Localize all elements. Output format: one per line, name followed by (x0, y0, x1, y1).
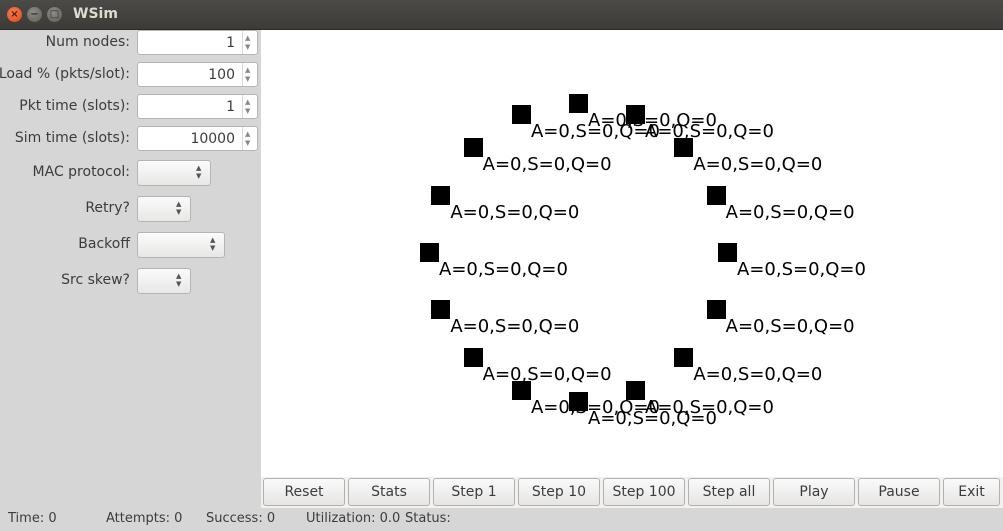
node-square (706, 185, 726, 205)
backoff-combo[interactable]: ▲ ▼ (137, 232, 225, 258)
node-label: A=0,S=0,Q=0 (530, 396, 660, 418)
node-label: A=0,S=0,Q=0 (482, 364, 612, 386)
simulation-canvas: A=0,S=0,Q=0 A=0,S=0,Q=0 A=0,S=0,Q=0 A=0,S=0… (261, 30, 1003, 477)
step-1-button[interactable]: Step 1 (433, 478, 515, 506)
node-label: A=0,S=0,Q=0 (725, 201, 855, 223)
node-label: A=0,S=0,Q=0 (439, 259, 568, 280)
spin-arrows[interactable]: ▲ ▼ (242, 31, 257, 54)
backoff-label: Backoff (78, 236, 130, 252)
status-text: Status: (405, 511, 451, 526)
retry-row: Retry? ▲ ▼ (0, 196, 261, 222)
sim-time-value: 10000 (190, 131, 235, 147)
src-skew-combo[interactable]: ▲ ▼ (137, 268, 191, 294)
retry-label: Retry? (85, 200, 130, 216)
success-status: Success: 0 (206, 511, 276, 526)
load-value: 100 (208, 67, 235, 83)
num-nodes-spinbox[interactable]: 1 ▲ ▼ (137, 30, 258, 55)
node-label: A=0,S=0,Q=0 (482, 153, 612, 175)
app-window: × − □ WSim Num nodes: 1 ▲ ▼ Load % (pkts/… (0, 0, 1003, 531)
node-label: A=0,S=0,Q=0 (530, 121, 660, 143)
play-button[interactable]: Play (773, 478, 855, 506)
load-row: Load % (pkts/slot): 100 ▲ ▼ (0, 62, 261, 88)
load-label: Load % (pkts/slot): (0, 66, 130, 82)
pause-button[interactable]: Pause (858, 478, 940, 506)
num-nodes-label: Num nodes: (45, 34, 130, 50)
num-nodes-row: Num nodes: 1 ▲ ▼ (0, 30, 261, 56)
node-square (718, 243, 737, 262)
settings-panel: Num nodes: 1 ▲ ▼ Load % (pkts/slot): 100 … (0, 30, 261, 508)
spin-arrows[interactable]: ▲ ▼ (242, 95, 257, 118)
combo-arrows-icon: ▲ ▼ (176, 272, 182, 288)
node-square (431, 300, 451, 320)
pkt-time-row: Pkt time (slots): 1 ▲ ▼ (0, 94, 261, 120)
node-label: A=0,S=0,Q=0 (450, 201, 580, 223)
node-square (674, 137, 694, 157)
maximize-icon[interactable]: □ (47, 7, 62, 22)
src-skew-row: Src skew? ▲ ▼ (0, 268, 261, 294)
reset-button[interactable]: Reset (263, 478, 345, 506)
pkt-time-label: Pkt time (slots): (19, 98, 130, 114)
mac-protocol-label: MAC protocol: (32, 164, 130, 180)
load-spinbox[interactable]: 100 ▲ ▼ (137, 62, 258, 87)
num-nodes-value: 1 (226, 35, 235, 51)
sim-time-spinbox[interactable]: 10000 ▲ ▼ (137, 126, 258, 151)
step-all-button[interactable]: Step all (688, 478, 770, 506)
node-square (420, 243, 439, 262)
step-10-button[interactable]: Step 10 (518, 478, 600, 506)
combo-arrows-icon: ▲ ▼ (176, 200, 182, 216)
combo-arrows-icon: ▲ ▼ (196, 164, 202, 180)
window-title: WSim (73, 6, 118, 22)
node-label: A=0,S=0,Q=0 (725, 316, 855, 338)
arrow-down-icon[interactable]: ▼ (245, 75, 250, 83)
step-100-button[interactable]: Step 100 (603, 478, 685, 506)
utilization-status: Utilization: 0.0 (306, 511, 401, 526)
node-square (431, 185, 451, 205)
title-bar: × − □ WSim (0, 0, 1003, 30)
attempts-status: Attempts: 0 (106, 511, 183, 526)
minimize-icon[interactable]: − (27, 7, 42, 22)
control-button-bar: Reset Stats Step 1 Step 10 Step 100 Step… (261, 478, 1003, 508)
pkt-time-value: 1 (226, 99, 235, 115)
combo-arrows-icon: ▲ ▼ (210, 236, 216, 252)
node-label: A=0,S=0,Q=0 (693, 153, 823, 175)
time-status: Time: 0 (8, 511, 57, 526)
node-square (674, 348, 694, 368)
arrow-up-icon[interactable]: ▲ (245, 34, 250, 42)
node-square (511, 105, 531, 125)
src-skew-label: Src skew? (61, 272, 130, 288)
retry-combo[interactable]: ▲ ▼ (137, 196, 191, 222)
arrow-down-icon[interactable]: ▼ (245, 107, 250, 115)
arrow-down-icon[interactable]: ▼ (245, 139, 250, 147)
stats-button[interactable]: Stats (348, 478, 430, 506)
node-square (463, 348, 483, 368)
node-label: A=0,S=0,Q=0 (450, 316, 580, 338)
backoff-row: Backoff ▲ ▼ (0, 232, 261, 258)
sim-time-row: Sim time (slots): 10000 ▲ ▼ (0, 126, 261, 152)
node-square (569, 94, 588, 113)
mac-protocol-row: MAC protocol: ▲ ▼ (0, 160, 261, 186)
sim-time-label: Sim time (slots): (14, 130, 130, 146)
node-square (463, 137, 483, 157)
close-icon[interactable]: × (7, 7, 22, 22)
spin-arrows[interactable]: ▲ ▼ (242, 63, 257, 86)
spin-arrows[interactable]: ▲ ▼ (242, 127, 257, 150)
arrow-up-icon[interactable]: ▲ (245, 66, 250, 74)
arrow-down-icon[interactable]: ▼ (245, 43, 250, 51)
status-bar: Time: 0 Attempts: 0 Success: 0 Utilizati… (0, 508, 1003, 531)
arrow-up-icon[interactable]: ▲ (245, 130, 250, 138)
exit-button[interactable]: Exit (943, 478, 1000, 506)
node-square (706, 300, 726, 320)
mac-protocol-combo[interactable]: ▲ ▼ (137, 160, 211, 186)
node-label: A=0,S=0,Q=0 (645, 121, 774, 143)
node-label: A=0,S=0,Q=0 (737, 259, 866, 280)
node-label: A=0,S=0,Q=0 (693, 364, 823, 386)
arrow-up-icon[interactable]: ▲ (245, 98, 250, 106)
pkt-time-spinbox[interactable]: 1 ▲ ▼ (137, 94, 258, 119)
